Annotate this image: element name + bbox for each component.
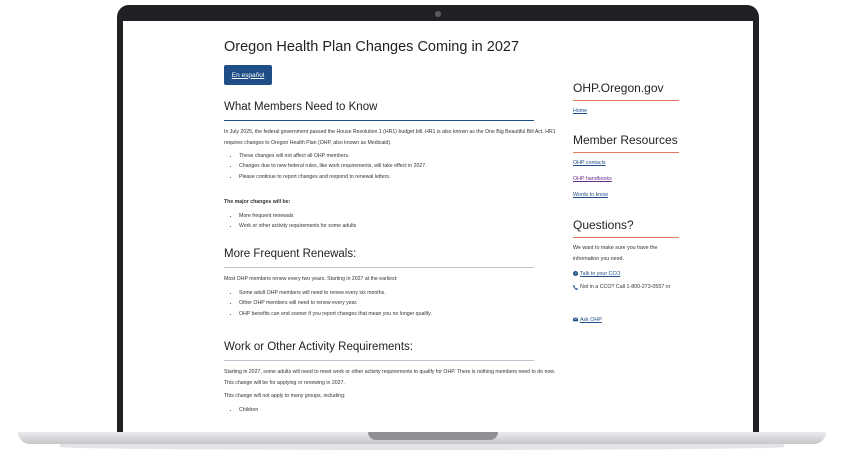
laptop-notch [368,432,498,440]
sidebar-divider [573,100,679,101]
members-intro: In July 2025, the federal government pas… [224,129,556,146]
sidebar-resources-heading: Member Resources [573,133,678,147]
section-divider [224,267,534,268]
laptop-shadow [60,444,784,450]
webcam-icon [435,11,441,17]
list-item: Other OHP members will need to renew eve… [239,298,432,308]
sidebar-link-ohp-contacts[interactable]: OHP contacts [573,160,606,166]
page-title: Oregon Health Plan Changes Coming in 202… [224,39,520,55]
list-item: Please continue to report changes and re… [239,172,427,182]
sidebar-site-title: OHP.Oregon.gov [573,81,664,95]
list-item: Work or other activity requirements for … [239,221,356,231]
phone-info: Not in a CCO? Call 1-800-273-0557 or [573,282,681,293]
work-intro: Starting in 2027, some adults will need … [224,369,556,386]
list-item: Children [239,405,258,415]
laptop-frame: Oregon Health Plan Changes Coming in 202… [117,5,759,437]
list-item: More frequent renewals [239,211,356,221]
laptop-base [18,432,826,444]
list-item: OHP benefits can end sooner if you repor… [239,309,432,319]
section-divider [224,360,534,361]
phone-text: Not in a CCO? Call 1-800-273-0557 or [580,284,671,290]
section-heading-work: Work or Other Activity Requirements: [224,341,413,353]
list-item: Changes due to new federal rules, like w… [239,161,427,171]
section-heading-members: What Members Need to Know [224,101,378,113]
help-circle-icon: ? [573,271,578,277]
major-changes-label: The major changes will be: [224,199,291,205]
renewals-bullet-list: Some adult OHP members will need to rene… [231,288,432,319]
sidebar-divider [573,237,679,238]
browser-viewport: Oregon Health Plan Changes Coming in 202… [123,21,753,437]
work-groups-label: This change will not apply to many group… [224,393,346,399]
ask-ohp-label: Ask OHP [580,317,602,323]
talk-to-cco-label: Talk to your CCO [580,271,621,277]
sidebar-divider [573,152,679,153]
sidebar-questions-text: We want to make sure you have the inform… [573,245,658,262]
work-bullet-list: Children [231,405,258,415]
list-item: These changes will not affect all OHP me… [239,151,427,161]
sidebar-link-home[interactable]: Home [573,108,587,114]
talk-to-cco-link[interactable]: ? Talk to your CCO [573,271,620,277]
members-bullet-list: These changes will not affect all OHP me… [231,151,427,182]
envelope-icon [572,317,579,322]
phone-icon [573,284,578,291]
section-heading-renewals: More Frequent Renewals: [224,248,357,260]
sidebar-questions-heading: Questions? [573,218,634,232]
sidebar-link-ohp-handbooks[interactable]: OHP handbooks [573,176,612,182]
espanol-button[interactable]: En español [224,65,272,85]
list-item: Some adult OHP members will need to rene… [239,288,432,298]
major-changes-list: More frequent renewals Work or other act… [231,211,356,232]
ask-ohp-link[interactable]: Ask OHP [572,317,602,323]
section-divider [224,120,534,121]
renewals-intro: Most OHP members renew every two years. … [224,276,398,282]
sidebar-link-words-to-know[interactable]: Words to know [573,192,608,198]
